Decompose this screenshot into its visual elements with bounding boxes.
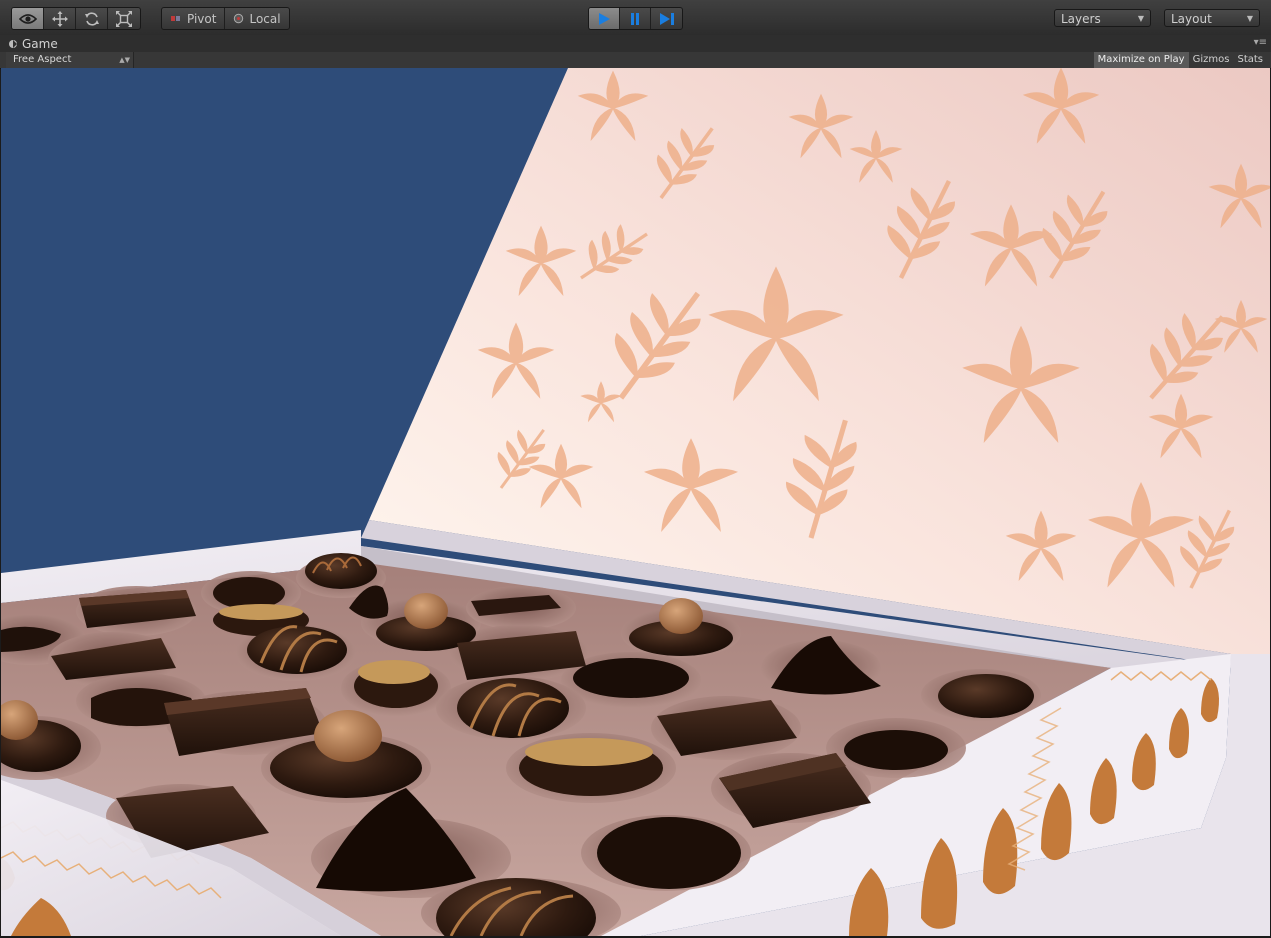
layers-label: Layers: [1061, 12, 1101, 26]
move-tool-button[interactable]: [44, 8, 76, 29]
layout-dropdown[interactable]: Layout ▼: [1164, 9, 1260, 27]
view-tool-button[interactable]: [12, 8, 44, 29]
rotate-icon: [84, 11, 99, 26]
chocolate-ribbed: [597, 817, 741, 889]
play-controls: [588, 7, 683, 30]
tab-game[interactable]: Game: [8, 35, 58, 52]
chocolate-round: [938, 674, 1034, 718]
layout-label: Layout: [1171, 12, 1212, 26]
dropdown-arrow-icon: ▼: [1137, 14, 1144, 23]
game-tab-bar: Game ▾≡: [0, 35, 1271, 52]
game-viewport[interactable]: [1, 68, 1270, 936]
panel-menu-icon[interactable]: ▾≡: [1254, 37, 1267, 48]
local-space-icon: [234, 13, 244, 24]
chocolate-ribbed: [844, 730, 948, 770]
chocolate-ribbed: [573, 658, 689, 698]
eye-icon: [18, 13, 37, 24]
scale-icon: [116, 10, 132, 27]
aspect-label: Free Aspect: [13, 54, 72, 65]
gizmos-toggle[interactable]: Gizmos: [1189, 52, 1234, 68]
scale-tool-button[interactable]: [108, 8, 140, 29]
play-icon: [599, 12, 610, 25]
rotate-tool-button[interactable]: [76, 8, 108, 29]
hazelnut: [314, 710, 382, 762]
local-toggle-button[interactable]: Local: [225, 8, 288, 29]
aspect-ratio-dropdown[interactable]: Free Aspect ▲▼: [6, 52, 134, 68]
chocolate-box-scene: [1, 68, 1270, 936]
chocolate-striped: [247, 626, 347, 674]
dropdown-arrow-icon: ▼: [1246, 14, 1253, 23]
pivot-label: Pivot: [187, 11, 217, 26]
main-toolbar: Pivot Local Layers ▼ Layout ▼: [0, 0, 1271, 36]
layers-dropdown[interactable]: Layers ▼: [1054, 9, 1151, 27]
stats-toggle[interactable]: Stats: [1233, 52, 1267, 68]
hazelnut: [404, 593, 448, 629]
chocolate-round: [305, 553, 377, 589]
pivot-mode-group: Pivot Local: [161, 7, 290, 30]
maximize-on-play-toggle[interactable]: Maximize on Play: [1093, 52, 1189, 68]
step-button[interactable]: [651, 8, 682, 29]
game-tab-icon: [9, 39, 17, 48]
transform-tools: [11, 7, 141, 30]
pivot-icon: [171, 15, 180, 21]
play-button[interactable]: [589, 8, 620, 29]
move-arrows-icon: [51, 10, 68, 27]
pause-icon: [631, 12, 639, 25]
chocolate-striped: [457, 678, 569, 738]
chocolate-round: [213, 577, 285, 609]
pause-button[interactable]: [620, 8, 651, 29]
step-forward-icon: [659, 12, 674, 25]
game-view-options: Maximize on Play Gizmos Stats: [1093, 52, 1267, 68]
hazelnut: [659, 598, 703, 634]
pivot-toggle-button[interactable]: Pivot: [162, 8, 226, 29]
tab-game-label: Game: [22, 36, 58, 51]
local-label: Local: [249, 11, 281, 26]
updown-arrow-icon: ▲▼: [119, 56, 130, 64]
game-view-toolbar: Free Aspect ▲▼ Maximize on Play Gizmos S…: [0, 52, 1271, 69]
